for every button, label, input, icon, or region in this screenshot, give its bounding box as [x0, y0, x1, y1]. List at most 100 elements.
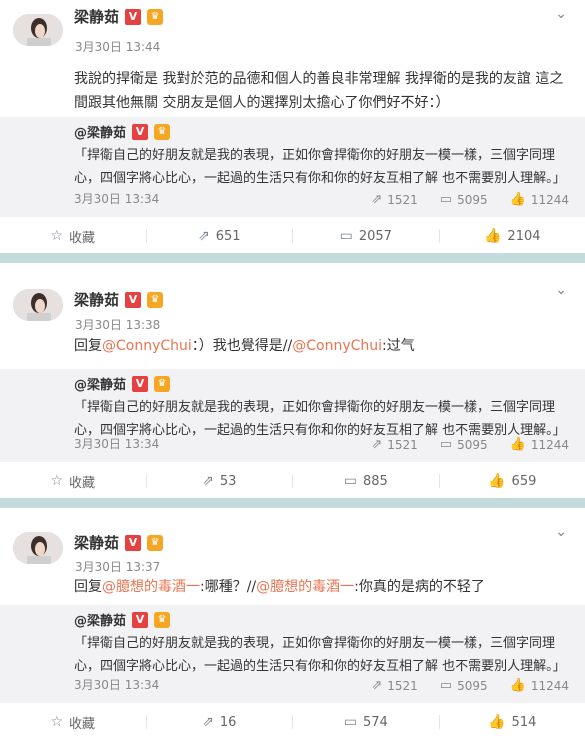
user-name-text[interactable]: 梁静茹 — [74, 532, 119, 553]
retweet-comment-stat[interactable]: ▭5095 — [440, 192, 488, 207]
verified-icon: V — [132, 376, 148, 392]
comment-button[interactable]: ▭ 885 — [293, 462, 439, 500]
retweet-stats: ⇗1521 ▭5095 👍 11244 — [371, 192, 569, 207]
comment-count: 5095 — [457, 438, 488, 452]
vip-crown-icon: ♛ — [147, 292, 163, 308]
repost-icon: ⇗ — [198, 228, 210, 244]
retweet-user-text[interactable]: @梁静茹 — [74, 122, 126, 141]
like-icon: 👍 — [510, 437, 526, 452]
star-icon: ☆ — [50, 714, 63, 730]
weibo-post: 梁静茹 V ♛ 3月30日 13:44 ⌄ 我說的捍衛是 我對於范的品德和個人的… — [0, 0, 585, 253]
comment-label: 574 — [363, 715, 388, 730]
vip-crown-icon: ♛ — [154, 376, 170, 392]
star-icon: ☆ — [50, 473, 63, 489]
repost-count: 1521 — [387, 193, 418, 207]
retweet-user[interactable]: @梁静茹 V ♛ — [74, 122, 170, 141]
action-bar: ☆ 收藏 ⇗651 ▭2057 👍 2104 — [0, 217, 585, 255]
retweet-user[interactable]: @梁静茹 V ♛ — [74, 610, 170, 629]
retweet-time[interactable]: 3月30日 13:34 — [74, 676, 159, 693]
like-label: 514 — [512, 715, 537, 730]
retweet-repost-stat[interactable]: ⇗1521 — [371, 437, 417, 452]
avatar[interactable] — [13, 289, 63, 321]
retweet-text: 「捍衛自己的好朋友就是我的表現，正如你會捍衛你的好朋友一模一樣，三個字同理心，四… — [74, 632, 574, 678]
repost-button[interactable]: ⇗16 — [147, 703, 293, 741]
mention-link[interactable]: @臆想的毒酒一 — [102, 579, 200, 595]
chevron-down-icon[interactable]: ⌄ — [555, 282, 567, 298]
avatar[interactable] — [13, 532, 63, 564]
retweet-user-text[interactable]: @梁静茹 — [74, 610, 126, 629]
mention-link[interactable]: @ConnyChui — [102, 338, 192, 354]
retweet-card[interactable]: @梁静茹 V ♛ 「捍衛自己的好朋友就是我的表現，正如你會捍衛你的好朋友一模一樣… — [0, 117, 585, 217]
favorite-button[interactable]: ☆收藏 — [0, 703, 146, 741]
retweet-comment-stat[interactable]: ▭5095 — [440, 678, 488, 693]
retweet-repost-stat[interactable]: ⇗1521 — [371, 192, 417, 207]
favorite-button[interactable]: ☆ 收藏 — [0, 462, 146, 500]
user-name[interactable]: 梁静茹 V ♛ — [74, 532, 163, 553]
chevron-down-icon[interactable]: ⌄ — [555, 524, 567, 540]
retweet-card[interactable]: @梁静茹 V ♛ 「捍衛自己的好朋友就是我的表現，正如你會捍衛你的好朋友一模一樣… — [0, 369, 585, 462]
comment-button[interactable]: ▭2057 — [293, 217, 439, 255]
user-name-text[interactable]: 梁静茹 — [74, 289, 119, 310]
comment-icon: ▭ — [344, 473, 357, 489]
user-name-text[interactable]: 梁静茹 — [74, 6, 119, 27]
comment-icon: ▭ — [344, 714, 357, 730]
comment-button[interactable]: ▭ 574 — [293, 703, 439, 741]
like-icon: 👍 — [488, 473, 505, 489]
action-bar: ☆收藏 ⇗16 ▭ 574 👍514 — [0, 703, 585, 741]
retweet-stats: ⇗1521 ▭5095 👍11244 — [371, 437, 569, 452]
retweet-like-stat[interactable]: 👍11244 — [510, 678, 569, 693]
like-icon: 👍 — [510, 192, 526, 207]
post-time[interactable]: 3月30日 13:37 — [75, 558, 160, 575]
avatar[interactable] — [13, 14, 63, 46]
reply-suffix: :你真的是病的不轻了 — [354, 579, 485, 595]
repost-label: 16 — [220, 715, 237, 730]
verified-icon: V — [125, 535, 141, 551]
like-button[interactable]: 👍 659 — [440, 462, 585, 500]
favorite-label: 收藏 — [69, 472, 95, 491]
comment-icon: ▭ — [440, 192, 452, 207]
post-time[interactable]: 3月30日 13:44 — [75, 38, 160, 55]
mention-link[interactable]: @ConnyChui — [292, 338, 382, 354]
comment-label: 2057 — [359, 229, 392, 244]
like-icon: 👍 — [510, 678, 526, 693]
retweet-time[interactable]: 3月30日 13:34 — [74, 435, 159, 452]
like-button[interactable]: 👍514 — [440, 703, 585, 741]
repost-label: 53 — [220, 474, 237, 489]
repost-button[interactable]: ⇗53 — [147, 462, 293, 500]
repost-button[interactable]: ⇗651 — [147, 217, 293, 255]
retweet-user-text[interactable]: @梁静茹 — [74, 374, 126, 393]
user-name[interactable]: 梁静茹 V ♛ — [74, 6, 163, 27]
like-button[interactable]: 👍 2104 — [440, 217, 585, 255]
retweet-user[interactable]: @梁静茹 V ♛ — [74, 374, 170, 393]
user-name[interactable]: 梁静茹 V ♛ — [74, 289, 163, 310]
star-icon: ☆ — [50, 228, 63, 244]
retweet-time[interactable]: 3月30日 13:34 — [74, 190, 159, 207]
retweet-repost-stat[interactable]: ⇗1521 — [371, 678, 417, 693]
verified-icon: V — [125, 9, 141, 25]
comment-icon: ▭ — [440, 678, 452, 693]
like-icon: 👍 — [484, 228, 501, 244]
like-label: 659 — [512, 474, 537, 489]
post-text: 回复@臆想的毒酒一:哪種？//@臆想的毒酒一:你真的是病的不轻了 — [74, 575, 572, 599]
favorite-label: 收藏 — [69, 227, 95, 246]
retweet-like-stat[interactable]: 👍11244 — [510, 437, 569, 452]
reply-suffix: :过气 — [382, 338, 415, 354]
like-count: 11244 — [531, 193, 569, 207]
reply-body: :哪種？// — [200, 579, 256, 595]
retweet-comment-stat[interactable]: ▭5095 — [440, 437, 488, 452]
mention-link[interactable]: @臆想的毒酒一 — [256, 579, 354, 595]
verified-icon: V — [125, 292, 141, 308]
post-time[interactable]: 3月30日 13:38 — [75, 316, 160, 333]
verified-icon: V — [132, 612, 148, 628]
comment-label: 885 — [363, 474, 388, 489]
chevron-down-icon[interactable]: ⌄ — [555, 6, 567, 22]
repost-icon: ⇗ — [371, 678, 382, 693]
action-bar: ☆ 收藏 ⇗53 ▭ 885 👍 659 — [0, 462, 585, 500]
weibo-post: 梁静茹 V ♛ 3月30日 13:37 ⌄ 回复@臆想的毒酒一:哪種？//@臆想… — [0, 508, 585, 739]
favorite-button[interactable]: ☆ 收藏 — [0, 217, 146, 255]
vip-crown-icon: ♛ — [147, 535, 163, 551]
retweet-card[interactable]: @梁静茹 V ♛ 「捍衛自己的好朋友就是我的表現，正如你會捍衛你的好朋友一模一樣… — [0, 605, 585, 703]
repost-icon: ⇗ — [371, 437, 382, 452]
retweet-like-stat[interactable]: 👍 11244 — [510, 192, 569, 207]
like-label: 2104 — [507, 229, 540, 244]
